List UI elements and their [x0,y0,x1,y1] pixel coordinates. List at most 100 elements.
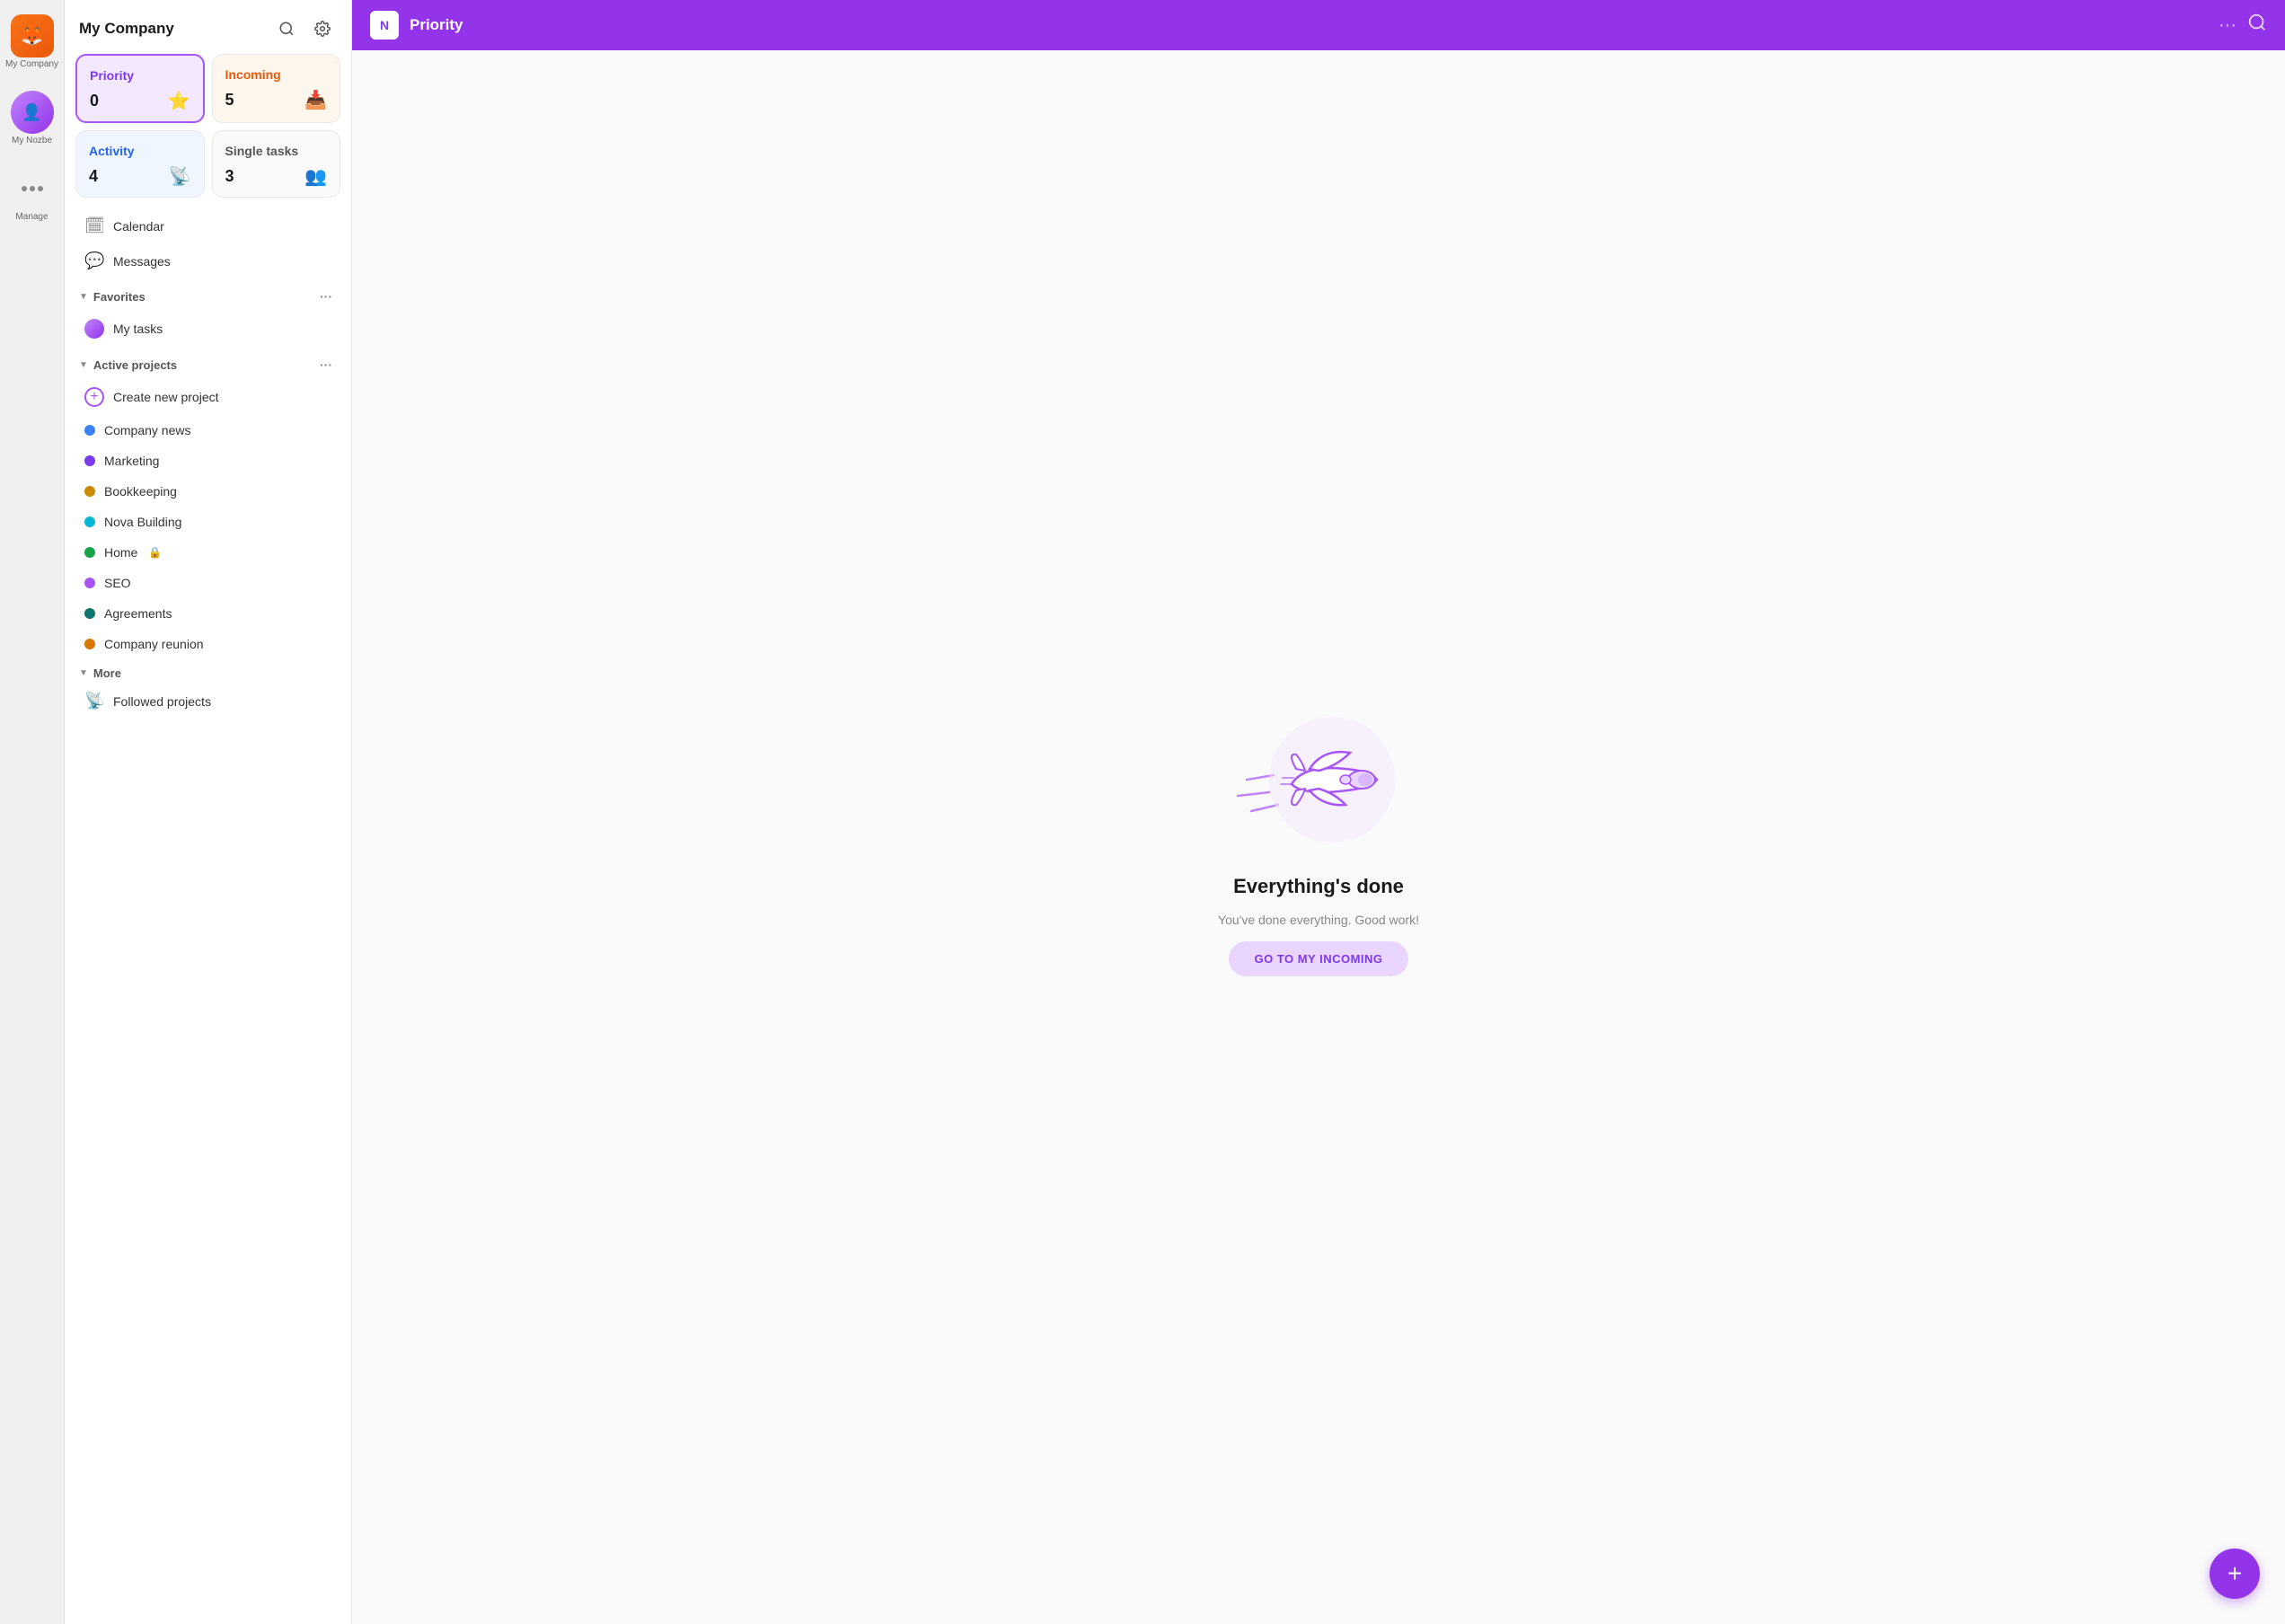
active-projects-more-button[interactable]: ··· [315,354,337,375]
agreements-label: Agreements [104,606,172,621]
active-projects-label: Active projects [93,358,177,372]
manage-item[interactable]: Manage [7,163,57,225]
single-tasks-card-icon: 👥 [304,165,327,188]
favorites-section-header: ▼ Favorites ··· [65,278,351,311]
priority-card[interactable]: Priority 0 ⭐ [75,54,205,123]
activity-card-label: Activity [89,144,191,158]
single-tasks-card-label: Single tasks [225,144,328,158]
sidebar-header: My Company [65,0,351,54]
home-dot [84,547,95,558]
empty-state-title: Everything's done [1233,875,1404,898]
incoming-card-count: 5 [225,91,234,110]
calendar-nav-item[interactable]: 🗓 Calendar [70,208,346,243]
project-seo[interactable]: SEO [70,568,346,598]
seo-dot [84,578,95,588]
empty-state: Everything's done You've done everything… [352,50,2285,1624]
fab-icon: + [2228,1559,2242,1588]
topbar-more-button[interactable]: ··· [2219,15,2236,36]
topbar-logo-text: N [380,18,389,32]
company-news-dot [84,425,95,436]
calendar-icon: 🗓 [84,216,104,235]
topbar-search-button[interactable] [2247,13,2267,38]
icon-bar: 🦊 My Company 👤 My Nozbe Manage [0,0,65,1624]
priority-card-count: 0 [90,92,99,110]
sidebar: My Company Priority 0 ⭐ In [65,0,352,1624]
favorites-chevron: ▼ [79,292,88,302]
topbar-title: Priority [410,16,2208,34]
activity-card-count: 4 [89,167,98,186]
my-nozbe-label: My Nozbe [12,136,52,146]
bookkeeping-label: Bookkeeping [104,484,177,499]
incoming-card-icon: 📥 [304,89,327,111]
marketing-label: Marketing [104,454,159,468]
active-projects-section-header: ▼ Active projects ··· [65,347,351,379]
more-label: More [93,666,121,680]
company-news-label: Company news [104,423,191,437]
incoming-card-label: Incoming [225,67,328,82]
project-agreements[interactable]: Agreements [70,598,346,629]
home-lock-icon: 🔒 [148,546,162,559]
bookkeeping-dot [84,486,95,497]
my-tasks-nav-item[interactable]: My tasks [70,311,346,347]
priority-card-label: Priority [90,68,190,83]
topbar-right [2247,13,2267,38]
messages-icon: 💬 [84,252,104,270]
favorites-more-button[interactable]: ··· [315,286,337,307]
app-logo[interactable]: 🦊 My Company [2,11,62,73]
company-reunion-dot [84,639,95,649]
empty-state-illustration [1229,699,1408,861]
more-section-header: ▼ More [65,659,351,684]
followed-projects-item[interactable]: 📡 Followed projects [70,684,346,719]
agreements-dot [84,608,95,619]
app-name-label: My Company [5,59,58,69]
project-marketing[interactable]: Marketing [70,446,346,476]
app-logo-icon: 🦊 [11,14,54,57]
followed-projects-icon: 📡 [84,692,104,710]
activity-card-icon: 📡 [169,165,191,188]
create-project-label: Create new project [113,390,219,404]
company-reunion-label: Company reunion [104,637,204,651]
my-nozbe-item[interactable]: 👤 My Nozbe [7,87,57,149]
activity-card[interactable]: Activity 4 📡 [75,130,205,198]
create-project-item[interactable]: + Create new project [70,379,346,415]
sidebar-title: My Company [79,20,174,38]
empty-state-subtitle: You've done everything. Good work! [1218,913,1419,927]
main-content: N Priority ··· [352,0,2285,1624]
followed-projects-label: Followed projects [113,694,211,709]
marketing-dot [84,455,95,466]
sidebar-nav: 🗓 Calendar 💬 Messages ▼ Favorites ··· My… [65,208,351,1624]
project-company-reunion[interactable]: Company reunion [70,629,346,659]
settings-button[interactable] [308,14,337,43]
home-label: Home [104,545,137,560]
create-project-plus-icon: + [84,387,104,407]
active-projects-chevron: ▼ [79,360,88,370]
fab-button[interactable]: + [2210,1549,2260,1599]
go-to-incoming-button[interactable]: GO TO MY INCOMING [1229,941,1407,976]
my-tasks-avatar [84,319,104,339]
project-bookkeeping[interactable]: Bookkeeping [70,476,346,507]
more-chevron: ▼ [79,668,88,678]
incoming-card[interactable]: Incoming 5 📥 [212,54,341,123]
topbar: N Priority ··· [352,0,2285,50]
topbar-logo: N [370,11,399,40]
manage-label: Manage [15,212,48,222]
cards-grid: Priority 0 ⭐ Incoming 5 📥 Activity 4 📡 S… [65,54,351,208]
user-avatar: 👤 [11,91,54,134]
manage-icon [11,167,54,210]
calendar-label: Calendar [113,219,164,234]
my-tasks-label: My tasks [113,322,163,336]
sidebar-actions [272,14,337,43]
seo-label: SEO [104,576,131,590]
project-company-news[interactable]: Company news [70,415,346,446]
project-home[interactable]: Home 🔒 [70,537,346,568]
search-button[interactable] [272,14,301,43]
single-tasks-card[interactable]: Single tasks 3 👥 [212,130,341,198]
single-tasks-card-count: 3 [225,167,234,186]
nova-building-dot [84,516,95,527]
favorites-label: Favorites [93,290,146,304]
messages-label: Messages [113,254,171,269]
messages-nav-item[interactable]: 💬 Messages [70,243,346,278]
project-nova-building[interactable]: Nova Building [70,507,346,537]
nova-building-label: Nova Building [104,515,181,529]
priority-card-icon: ⭐ [168,90,190,112]
